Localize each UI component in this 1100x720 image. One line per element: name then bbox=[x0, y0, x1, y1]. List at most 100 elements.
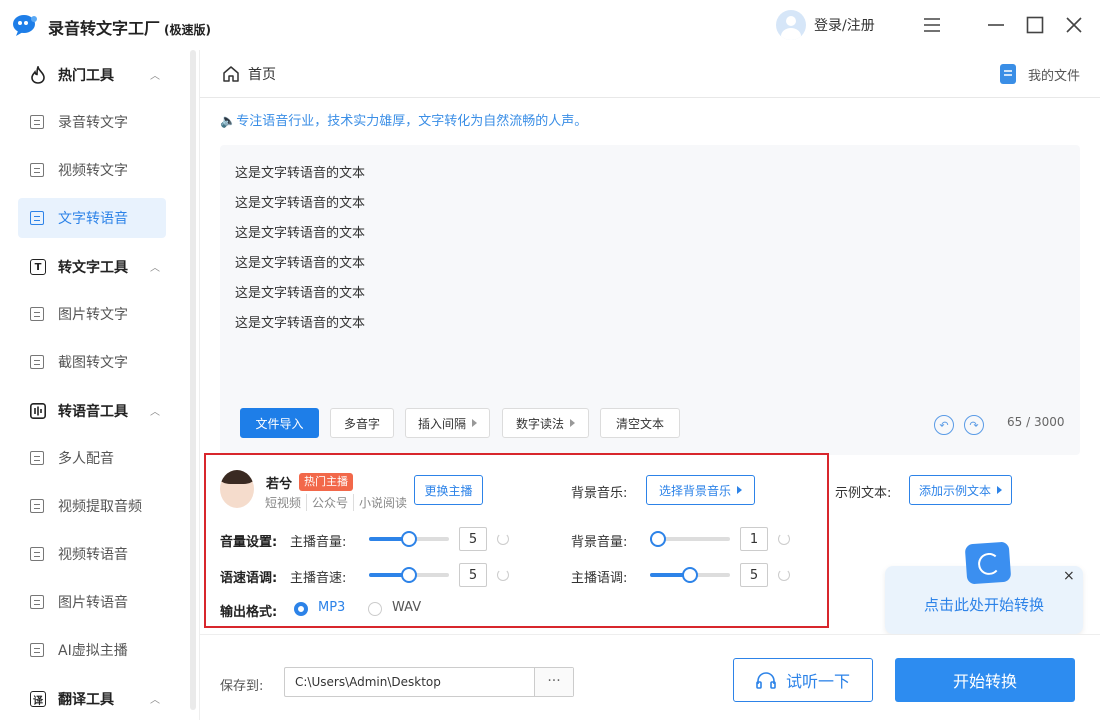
sidebar-item-screenshot-to-text[interactable]: 截图转文字 bbox=[18, 342, 166, 382]
import-file-button[interactable]: 文件导入 bbox=[240, 408, 319, 438]
close-icon[interactable] bbox=[1063, 14, 1085, 36]
preview-label: 试听一下 bbox=[785, 672, 850, 691]
sidebar-group-label: 翻译工具 bbox=[58, 692, 114, 708]
anchor-pitch-slider[interactable] bbox=[650, 567, 730, 583]
file-icon bbox=[999, 64, 1016, 84]
sidebar-item-ai-anchor[interactable]: AI虚拟主播 bbox=[18, 630, 166, 670]
doc-icon bbox=[30, 115, 44, 129]
my-files-button[interactable]: 我的文件 bbox=[999, 64, 1080, 84]
sidebar-item-label: 视频提取音频 bbox=[58, 499, 142, 515]
sidebar-item-multi-voice[interactable]: 多人配音 bbox=[18, 438, 166, 478]
save-path-value[interactable]: C:\Users\Admin\Desktop bbox=[285, 668, 535, 696]
caret-right-icon bbox=[737, 486, 742, 494]
anchor-pitch-value[interactable]: 5 bbox=[740, 563, 768, 587]
chevron-up-icon: ︿ bbox=[150, 407, 160, 418]
sidebar-item-label: 图片转文字 bbox=[58, 307, 128, 323]
anchor-speed-slider[interactable] bbox=[369, 567, 449, 583]
sidebar-item-video-to-speech[interactable]: 视频转语音 bbox=[18, 534, 166, 574]
editor-line: 这是文字转语音的文本 bbox=[235, 196, 366, 211]
insert-pause-button[interactable]: 插入间隔 bbox=[405, 408, 490, 438]
anchor-tag: 小说阅读 bbox=[353, 494, 412, 511]
format-option-mp3[interactable]: MP3 bbox=[318, 600, 345, 615]
breadcrumb-home[interactable]: 首页 bbox=[222, 64, 276, 84]
clear-text-button[interactable]: 清空文本 bbox=[600, 408, 680, 438]
menu-icon[interactable] bbox=[921, 14, 943, 36]
sidebar-group-to-text-tools[interactable]: T 转文字工具 ︿ bbox=[30, 257, 160, 277]
chevron-up-icon: ︿ bbox=[150, 71, 160, 82]
anchor-avatar bbox=[220, 470, 254, 508]
sidebar-group-translate-tools[interactable]: 译 翻译工具 ︿ bbox=[30, 689, 160, 709]
format-option-wav[interactable]: WAV bbox=[392, 600, 421, 615]
sidebar-item-text-to-speech[interactable]: 文字转语音 bbox=[18, 198, 166, 238]
sidebar-group-hot-tools[interactable]: 热门工具 ︿ bbox=[30, 65, 160, 85]
sidebar-item-label: AI虚拟主播 bbox=[58, 643, 128, 659]
app-logo-icon bbox=[13, 15, 37, 36]
app-title: 录音转文字工厂 (极速版) bbox=[48, 19, 211, 38]
radio-mp3[interactable] bbox=[294, 602, 308, 616]
sidebar-item-label: 截图转文字 bbox=[58, 355, 128, 371]
anchor-volume-label: 主播音量: bbox=[290, 535, 347, 550]
browse-button[interactable]: ··· bbox=[535, 668, 573, 696]
reset-icon[interactable] bbox=[497, 569, 509, 581]
sidebar-scrollbar[interactable] bbox=[190, 50, 196, 710]
translate-icon: 译 bbox=[30, 691, 46, 707]
radio-wav[interactable] bbox=[368, 602, 382, 616]
sidebar-group-label: 热门工具 bbox=[58, 68, 114, 84]
anchor-volume-value[interactable]: 5 bbox=[459, 527, 487, 551]
convert-refresh-icon bbox=[964, 541, 1012, 585]
bg-volume-value[interactable]: 1 bbox=[740, 527, 768, 551]
save-path-field[interactable]: C:\Users\Admin\Desktop ··· bbox=[284, 667, 574, 697]
anchor-pitch-label: 主播语调: bbox=[571, 571, 628, 586]
flame-icon bbox=[31, 66, 45, 84]
editor-line: 这是文字转语音的文本 bbox=[235, 226, 366, 241]
minimize-icon[interactable] bbox=[985, 14, 1007, 36]
add-sample-text-button[interactable]: 添加示例文本 bbox=[909, 475, 1012, 505]
number-reading-button[interactable]: 数字读法 bbox=[502, 408, 589, 438]
start-convert-button[interactable]: 开始转换 bbox=[895, 658, 1075, 702]
speaker-icon: 🔈 bbox=[220, 114, 237, 129]
text-t-icon: T bbox=[30, 259, 46, 275]
preview-button[interactable]: 试听一下 bbox=[733, 658, 873, 702]
anchor-tag: 短视频 bbox=[265, 496, 302, 510]
text-icon bbox=[30, 211, 44, 225]
bg-volume-slider[interactable] bbox=[650, 531, 730, 547]
play-icon bbox=[30, 547, 44, 561]
slider-knob[interactable] bbox=[401, 531, 417, 547]
slider-knob[interactable] bbox=[650, 531, 666, 547]
title-bar: 录音转文字工厂 (极速版) 登录/注册 bbox=[0, 0, 1100, 50]
editor-line: 这是文字转语音的文本 bbox=[235, 286, 366, 301]
sidebar-item-audio-to-text[interactable]: 录音转文字 bbox=[18, 102, 166, 142]
reset-icon[interactable] bbox=[778, 533, 790, 545]
login-button[interactable]: 登录/注册 bbox=[776, 10, 875, 40]
undo-icon[interactable]: ↶ bbox=[934, 415, 954, 435]
text-editor[interactable]: 这是文字转语音的文本 这是文字转语音的文本 这是文字转语音的文本 这是文字转语音… bbox=[220, 145, 1080, 455]
sidebar-item-label: 文字转语音 bbox=[58, 211, 128, 227]
my-files-label: 我的文件 bbox=[1027, 68, 1080, 84]
insert-pause-label: 插入间隔 bbox=[417, 416, 466, 431]
chevron-up-icon: ︿ bbox=[150, 695, 160, 706]
main-header: 首页 我的文件 bbox=[200, 50, 1100, 98]
sidebar-item-video-to-text[interactable]: 视频转文字 bbox=[18, 150, 166, 190]
sidebar-item-image-to-speech[interactable]: 图片转语音 bbox=[18, 582, 166, 622]
sidebar-item-extract-audio[interactable]: 视频提取音频 bbox=[18, 486, 166, 526]
bgm-label: 背景音乐: bbox=[571, 486, 628, 501]
sidebar-group-to-speech-tools[interactable]: 转语音工具 ︿ bbox=[30, 401, 160, 421]
polyphone-button[interactable]: 多音字 bbox=[330, 408, 394, 438]
anchor-volume-slider[interactable] bbox=[369, 531, 449, 547]
redo-icon[interactable]: ↷ bbox=[964, 415, 984, 435]
tip-text: 点击此处开始转换 bbox=[923, 596, 1044, 614]
sidebar-group-label: 转语音工具 bbox=[58, 404, 128, 420]
footer-bar: 保存到: C:\Users\Admin\Desktop ··· 试听一下 开始转… bbox=[200, 634, 1100, 720]
slider-knob[interactable] bbox=[401, 567, 417, 583]
maximize-icon[interactable] bbox=[1024, 14, 1046, 36]
change-anchor-button[interactable]: 更换主播 bbox=[414, 475, 483, 505]
slider-knob[interactable] bbox=[682, 567, 698, 583]
reset-icon[interactable] bbox=[497, 533, 509, 545]
tip-close-icon[interactable]: × bbox=[1063, 568, 1075, 584]
sidebar-item-image-to-text[interactable]: 图片转文字 bbox=[18, 294, 166, 334]
sample-text-label: 示例文本: bbox=[835, 486, 892, 501]
reset-icon[interactable] bbox=[778, 569, 790, 581]
anchor-speed-value[interactable]: 5 bbox=[459, 563, 487, 587]
editor-line: 这是文字转语音的文本 bbox=[235, 316, 366, 331]
select-bgm-button[interactable]: 选择背景音乐 bbox=[646, 475, 755, 505]
